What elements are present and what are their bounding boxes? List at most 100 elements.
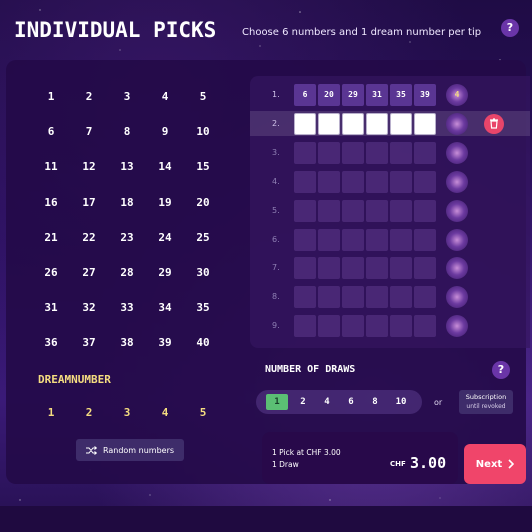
tip-row[interactable]: 9.: [250, 313, 530, 338]
number-14[interactable]: 14: [150, 160, 180, 173]
number-10[interactable]: 10: [188, 125, 218, 138]
tip-row[interactable]: 2.: [250, 110, 530, 136]
number-34[interactable]: 34: [150, 301, 180, 314]
tip-number-cell[interactable]: [390, 286, 412, 309]
number-15[interactable]: 15: [188, 160, 218, 173]
number-3[interactable]: 3: [112, 90, 142, 103]
tip-number-cell[interactable]: [414, 199, 436, 222]
dreamnumber-4[interactable]: 4: [150, 406, 180, 419]
tip-number-cell[interactable]: [294, 112, 316, 135]
number-26[interactable]: 26: [36, 266, 66, 279]
tip-row[interactable]: 4.: [250, 169, 530, 194]
delete-tip-button[interactable]: [484, 113, 504, 134]
tip-dreamnumber[interactable]: [446, 112, 468, 135]
draws-option-4[interactable]: 4: [316, 394, 338, 410]
tip-row[interactable]: 7.: [250, 255, 530, 280]
tip-number-cell[interactable]: [414, 170, 436, 193]
next-button[interactable]: Next: [464, 444, 526, 484]
tip-number-cell[interactable]: [390, 141, 412, 164]
tip-number-cell[interactable]: 20: [318, 84, 340, 106]
tip-number-cell[interactable]: [342, 170, 364, 193]
draws-help-button[interactable]: ?: [492, 361, 510, 379]
tip-number-cell[interactable]: [342, 228, 364, 251]
tip-number-cell[interactable]: 29: [342, 84, 364, 106]
tip-number-cell[interactable]: [294, 228, 316, 251]
number-27[interactable]: 27: [74, 266, 104, 279]
tip-number-cell[interactable]: 31: [366, 84, 388, 106]
number-28[interactable]: 28: [112, 266, 142, 279]
tip-number-cell[interactable]: [318, 315, 340, 338]
number-38[interactable]: 38: [112, 336, 142, 349]
tip-dreamnumber[interactable]: [446, 228, 468, 251]
tip-number-cell[interactable]: [294, 141, 316, 164]
number-20[interactable]: 20: [188, 196, 218, 209]
draws-option-1[interactable]: 1: [266, 394, 288, 410]
tip-number-cell[interactable]: [294, 170, 316, 193]
number-2[interactable]: 2: [74, 90, 104, 103]
tip-number-cell[interactable]: [318, 141, 340, 164]
tip-number-cell[interactable]: [342, 257, 364, 280]
number-12[interactable]: 12: [74, 160, 104, 173]
tip-number-cell[interactable]: [390, 112, 412, 135]
tip-number-cell[interactable]: [390, 228, 412, 251]
number-18[interactable]: 18: [112, 196, 142, 209]
tip-row[interactable]: 3.: [250, 140, 530, 165]
tip-number-cell[interactable]: [414, 112, 436, 135]
number-21[interactable]: 21: [36, 231, 66, 244]
tip-number-cell[interactable]: 39: [414, 84, 436, 106]
number-29[interactable]: 29: [150, 266, 180, 279]
tip-number-cell[interactable]: [342, 141, 364, 164]
number-22[interactable]: 22: [74, 231, 104, 244]
tip-number-cell[interactable]: [414, 228, 436, 251]
tip-row[interactable]: 1. 6 20 29 31 35 39 4: [250, 82, 530, 107]
number-24[interactable]: 24: [150, 231, 180, 244]
tip-row[interactable]: 5.: [250, 198, 530, 223]
tip-number-cell[interactable]: [294, 199, 316, 222]
number-23[interactable]: 23: [112, 231, 142, 244]
subscription-button[interactable]: Subscription until revoked: [459, 390, 513, 414]
tip-number-cell[interactable]: [318, 112, 340, 135]
number-32[interactable]: 32: [74, 301, 104, 314]
tip-row[interactable]: 6.: [250, 227, 530, 252]
draws-option-2[interactable]: 2: [292, 394, 314, 410]
number-36[interactable]: 36: [36, 336, 66, 349]
tip-number-cell[interactable]: [318, 170, 340, 193]
number-11[interactable]: 11: [36, 160, 66, 173]
tip-number-cell[interactable]: [414, 315, 436, 338]
number-5[interactable]: 5: [188, 90, 218, 103]
tip-number-cell[interactable]: [318, 257, 340, 280]
number-25[interactable]: 25: [188, 231, 218, 244]
number-1[interactable]: 1: [36, 90, 66, 103]
tip-number-cell[interactable]: 6: [294, 84, 316, 106]
tip-number-cell[interactable]: [366, 170, 388, 193]
number-35[interactable]: 35: [188, 301, 218, 314]
tip-number-cell[interactable]: [414, 141, 436, 164]
dreamnumber-5[interactable]: 5: [188, 406, 218, 419]
tip-number-cell[interactable]: [318, 228, 340, 251]
tip-number-cell[interactable]: [390, 170, 412, 193]
number-13[interactable]: 13: [112, 160, 142, 173]
tip-dreamnumber[interactable]: [446, 315, 468, 338]
draws-option-10[interactable]: 10: [390, 394, 412, 410]
number-31[interactable]: 31: [36, 301, 66, 314]
dreamnumber-1[interactable]: 1: [36, 406, 66, 419]
tip-number-cell[interactable]: [366, 257, 388, 280]
number-7[interactable]: 7: [74, 125, 104, 138]
tip-number-cell[interactable]: [366, 112, 388, 135]
tip-number-cell[interactable]: [318, 286, 340, 309]
number-4[interactable]: 4: [150, 90, 180, 103]
tip-number-cell[interactable]: [390, 315, 412, 338]
tip-number-cell[interactable]: [390, 199, 412, 222]
tip-number-cell[interactable]: 35: [390, 84, 412, 106]
tip-dreamnumber[interactable]: 4: [446, 84, 468, 106]
tip-number-cell[interactable]: [294, 257, 316, 280]
number-40[interactable]: 40: [188, 336, 218, 349]
number-6[interactable]: 6: [36, 125, 66, 138]
dreamnumber-3[interactable]: 3: [112, 406, 142, 419]
number-8[interactable]: 8: [112, 125, 142, 138]
number-19[interactable]: 19: [150, 196, 180, 209]
tip-number-cell[interactable]: [342, 286, 364, 309]
number-33[interactable]: 33: [112, 301, 142, 314]
tip-number-cell[interactable]: [342, 315, 364, 338]
number-30[interactable]: 30: [188, 266, 218, 279]
